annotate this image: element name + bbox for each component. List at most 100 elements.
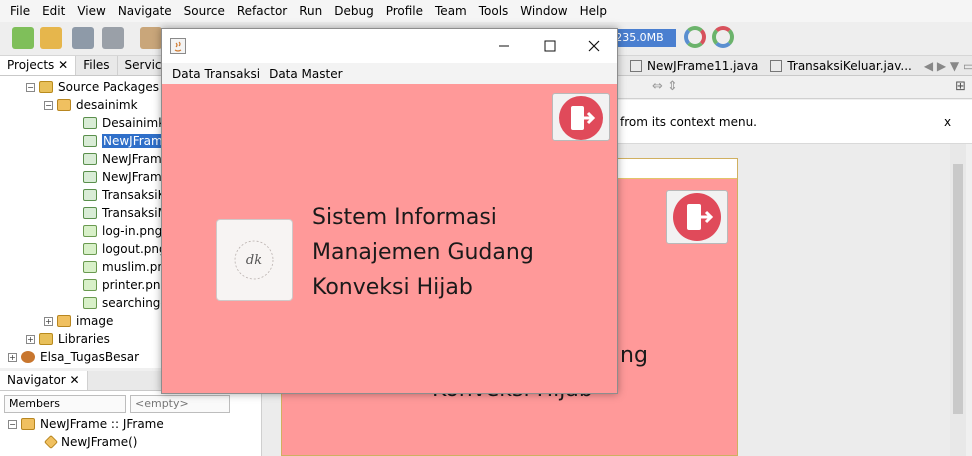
- tab-newjframe11[interactable]: NewJFrame11.java: [624, 59, 764, 73]
- java-file-icon: [83, 171, 97, 183]
- company-logo: dk: [216, 219, 293, 301]
- window-titlebar[interactable]: [162, 29, 617, 63]
- collapse-icon[interactable]: −: [8, 419, 17, 429]
- image-file-icon: [83, 297, 97, 309]
- java-app-icon: [170, 38, 186, 54]
- project-icon: [21, 351, 35, 363]
- tree-project[interactable]: + Elsa_TugasBesar: [8, 348, 139, 366]
- menu-navigate[interactable]: Navigate: [112, 4, 178, 18]
- app-menu-bar: Data Transaksi Data Master: [162, 63, 617, 84]
- tree-file[interactable]: NewJFrame: [83, 168, 169, 186]
- menu-data-master[interactable]: Data Master: [269, 67, 342, 81]
- vertical-scrollbar[interactable]: [950, 144, 966, 456]
- menu-edit[interactable]: Edit: [36, 4, 71, 18]
- title-line-3: Konveksi Hijab: [312, 275, 473, 300]
- menu-window[interactable]: Window: [514, 4, 573, 18]
- tab-transaksikeluar[interactable]: TransaksiKeluar.jav...: [764, 59, 918, 73]
- tab-navigator[interactable]: Navigator ✕: [0, 371, 88, 390]
- java-file-icon: [770, 59, 783, 72]
- package-icon: [57, 99, 71, 111]
- tree-file[interactable]: muslim.png: [83, 258, 173, 276]
- collapse-icon[interactable]: −: [26, 82, 35, 92]
- menu-team[interactable]: Team: [429, 4, 473, 18]
- tab-files[interactable]: Files: [76, 56, 118, 75]
- info-bar: from its context menu. x: [618, 100, 972, 144]
- menu-debug[interactable]: Debug: [328, 4, 379, 18]
- menu-data-transaksi[interactable]: Data Transaksi: [172, 67, 260, 81]
- close-icon[interactable]: ✕: [58, 58, 68, 72]
- image-file-icon: [83, 261, 97, 273]
- tree-package-desainimk[interactable]: − desainimk: [44, 96, 138, 114]
- align-arrows-icon[interactable]: ⇔ ⇕: [652, 79, 678, 94]
- grid-icon[interactable]: ⊞: [955, 79, 966, 94]
- java-file-icon: [83, 207, 97, 219]
- profile-icon[interactable]: [712, 26, 734, 48]
- navigator-row[interactable]: NewJFrame(): [43, 433, 137, 451]
- folder-icon: [39, 81, 53, 93]
- menu-profile[interactable]: Profile: [380, 4, 429, 18]
- menu-refactor[interactable]: Refactor: [231, 4, 293, 18]
- constructor-icon: [43, 434, 59, 450]
- tree-file-selected[interactable]: NewJFrame: [83, 132, 172, 150]
- filter-select[interactable]: <empty>: [130, 395, 230, 413]
- new-file-icon[interactable]: [12, 27, 34, 49]
- editor-toolbar: ⇔ ⇕ ⊞: [618, 77, 972, 99]
- menu-source[interactable]: Source: [178, 4, 231, 18]
- navigator-row[interactable]: − NewJFrame :: JFrame: [8, 415, 164, 433]
- minimize-button[interactable]: [481, 29, 527, 63]
- menu-run[interactable]: Run: [293, 4, 328, 18]
- java-file-icon: [83, 117, 97, 129]
- java-file-icon: [83, 135, 97, 147]
- java-file-icon: [83, 153, 97, 165]
- undo-icon[interactable]: [140, 27, 162, 49]
- app-content: dk Sistem Informasi Manajemen Gudang Kon…: [162, 84, 617, 393]
- gc-icon[interactable]: [684, 26, 706, 48]
- new-project-icon[interactable]: [40, 27, 62, 49]
- design-exit-button[interactable]: [666, 190, 728, 244]
- maximize-button[interactable]: [527, 29, 573, 63]
- expand-icon[interactable]: +: [26, 334, 35, 344]
- logout-button[interactable]: [552, 93, 610, 141]
- minimize-icon: [499, 45, 509, 47]
- scrollbar-thumb[interactable]: [953, 164, 963, 414]
- class-icon: [21, 418, 35, 430]
- title-line-1: Sistem Informasi: [312, 205, 497, 230]
- java-file-icon: [83, 189, 97, 201]
- app-window: Data Transaksi Data Master dk Sistem Inf…: [161, 28, 618, 394]
- tree-file[interactable]: logout.png: [83, 240, 167, 258]
- tree-source-packages[interactable]: − Source Packages: [26, 78, 159, 96]
- tree-file[interactable]: NewJFrame: [83, 150, 169, 168]
- title-line-2: Manajemen Gudang: [312, 240, 534, 265]
- expand-icon[interactable]: +: [44, 316, 53, 326]
- menu-file[interactable]: File: [4, 4, 36, 18]
- editor-tabs: NewJFrame11.java TransaksiKeluar.jav... …: [618, 56, 972, 76]
- library-icon: [39, 333, 53, 345]
- tree-file[interactable]: printer.png: [83, 276, 168, 294]
- menu-tools[interactable]: Tools: [473, 4, 515, 18]
- tree-file[interactable]: searching-b: [83, 294, 172, 312]
- tree-file[interactable]: log-in.png: [83, 222, 162, 240]
- image-file-icon: [83, 243, 97, 255]
- menu-view[interactable]: View: [71, 4, 111, 18]
- java-file-icon: [630, 59, 642, 72]
- tree-file[interactable]: TransaksiKe: [83, 186, 172, 204]
- collapse-icon[interactable]: −: [44, 100, 53, 110]
- info-close-button[interactable]: x: [944, 115, 951, 129]
- save-all-icon[interactable]: [102, 27, 124, 49]
- members-select[interactable]: Members: [4, 395, 126, 413]
- svg-text:dk: dk: [246, 253, 262, 268]
- tree-libraries[interactable]: + Libraries: [26, 330, 110, 348]
- expand-icon[interactable]: +: [8, 352, 17, 362]
- tab-projects[interactable]: Projects ✕: [0, 56, 77, 75]
- image-file-icon: [83, 279, 97, 291]
- close-icon: [588, 40, 600, 52]
- ide-menu-bar: File Edit View Navigate Source Refactor …: [0, 0, 972, 22]
- image-file-icon: [83, 225, 97, 237]
- close-icon[interactable]: ✕: [70, 373, 80, 387]
- info-text: from its context menu.: [620, 115, 757, 129]
- open-project-icon[interactable]: [72, 27, 94, 49]
- close-button[interactable]: [571, 29, 617, 63]
- menu-help[interactable]: Help: [574, 4, 613, 18]
- tab-scroll-icon[interactable]: ◀ ▶ ▼ ▭: [918, 59, 972, 73]
- tree-package-image[interactable]: + image: [44, 312, 113, 330]
